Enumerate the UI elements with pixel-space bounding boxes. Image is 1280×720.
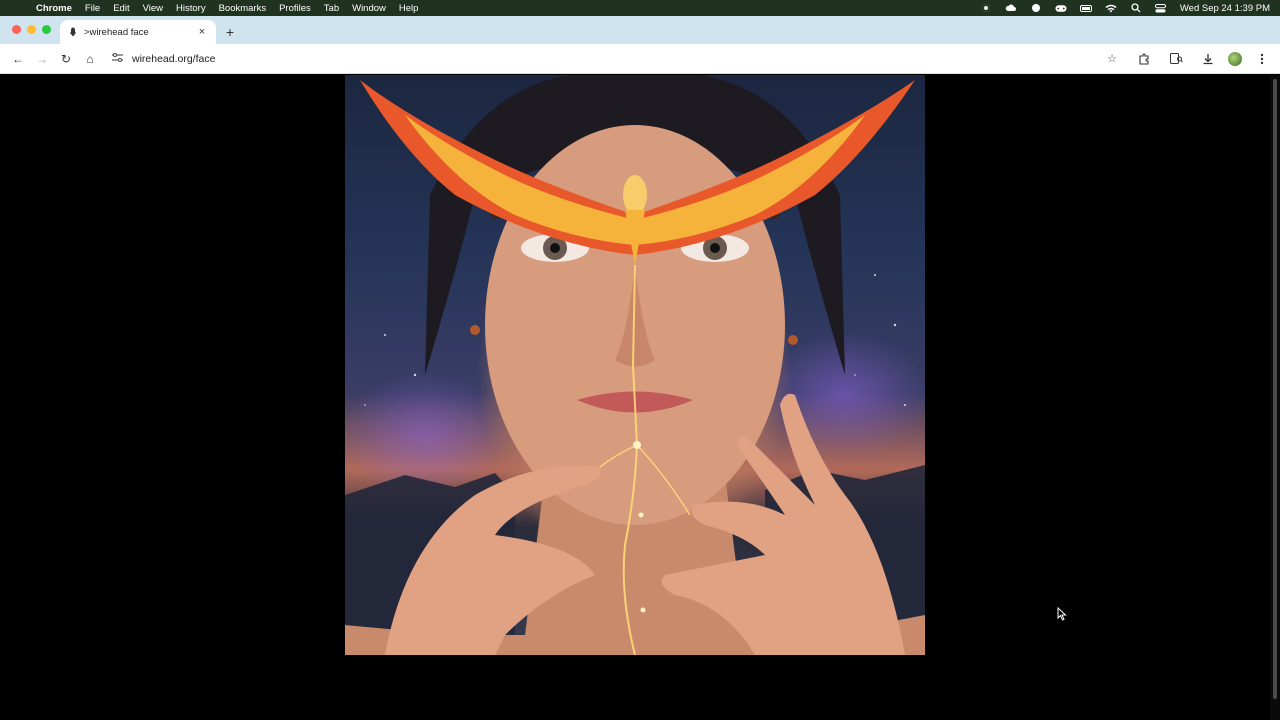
address-bar[interactable]: wirehead.org/face ☆ <box>106 47 1126 70</box>
menu-help[interactable]: Help <box>399 3 419 14</box>
minimize-window-button[interactable] <box>27 25 36 34</box>
menu-bookmarks[interactable]: Bookmarks <box>219 3 267 14</box>
reload-button[interactable]: ↻ <box>54 47 78 71</box>
menu-tab[interactable]: Tab <box>324 3 339 14</box>
gamepad-icon[interactable] <box>1055 3 1067 13</box>
scrollbar-thumb[interactable] <box>1273 79 1277 699</box>
hero-image <box>345 75 925 655</box>
forward-button[interactable]: → <box>30 47 54 71</box>
hero-artwork <box>345 75 925 655</box>
close-window-button[interactable] <box>12 25 21 34</box>
tab-favicon-icon <box>69 27 77 37</box>
status-dot-icon[interactable] <box>1030 3 1042 13</box>
menu-edit[interactable]: Edit <box>113 3 129 14</box>
battery-icon[interactable] <box>1079 3 1092 13</box>
spotlight-search-icon[interactable] <box>1130 3 1142 13</box>
mouse-cursor-icon <box>1057 607 1067 621</box>
site-info-icon[interactable] <box>112 52 126 64</box>
control-center-icon[interactable] <box>1155 3 1167 13</box>
profile-avatar[interactable] <box>1228 51 1242 66</box>
menu-file[interactable]: File <box>85 3 100 14</box>
tab-strip: >wirehead face × + <box>0 16 1280 44</box>
menu-profiles[interactable]: Profiles <box>279 3 311 14</box>
home-button[interactable]: ⌂ <box>78 47 102 71</box>
close-tab-icon[interactable]: × <box>196 26 208 38</box>
menu-window[interactable]: Window <box>352 3 386 14</box>
extensions-icon[interactable] <box>1132 47 1156 71</box>
macos-menu-bar: Chrome File Edit View History Bookmarks … <box>0 0 1280 16</box>
browser-toolbar: ← → ↻ ⌂ wirehead.org/face ☆ <box>0 44 1280 74</box>
vertical-scrollbar[interactable] <box>1270 75 1280 720</box>
menu-history[interactable]: History <box>176 3 206 14</box>
more-menu-icon[interactable] <box>1250 47 1274 71</box>
tab-title: >wirehead face <box>84 26 149 38</box>
menu-view[interactable]: View <box>143 3 163 14</box>
cloud-icon[interactable] <box>1005 3 1017 13</box>
menu-chrome[interactable]: Chrome <box>36 3 72 14</box>
downloads-icon[interactable] <box>1196 47 1220 71</box>
back-button[interactable]: ← <box>6 47 30 71</box>
menubar-clock[interactable]: Wed Sep 24 1:39 PM <box>1180 3 1270 14</box>
new-tab-button[interactable]: + <box>218 20 242 44</box>
bookmark-star-icon[interactable]: ☆ <box>1104 52 1120 65</box>
active-tab[interactable]: >wirehead face × <box>60 20 216 44</box>
url-text[interactable]: wirehead.org/face <box>132 53 1104 65</box>
wifi-icon[interactable] <box>1105 3 1117 13</box>
zoom-window-button[interactable] <box>42 25 51 34</box>
record-icon[interactable] <box>980 3 992 13</box>
window-controls <box>0 25 60 44</box>
reading-mode-icon[interactable] <box>1164 47 1188 71</box>
